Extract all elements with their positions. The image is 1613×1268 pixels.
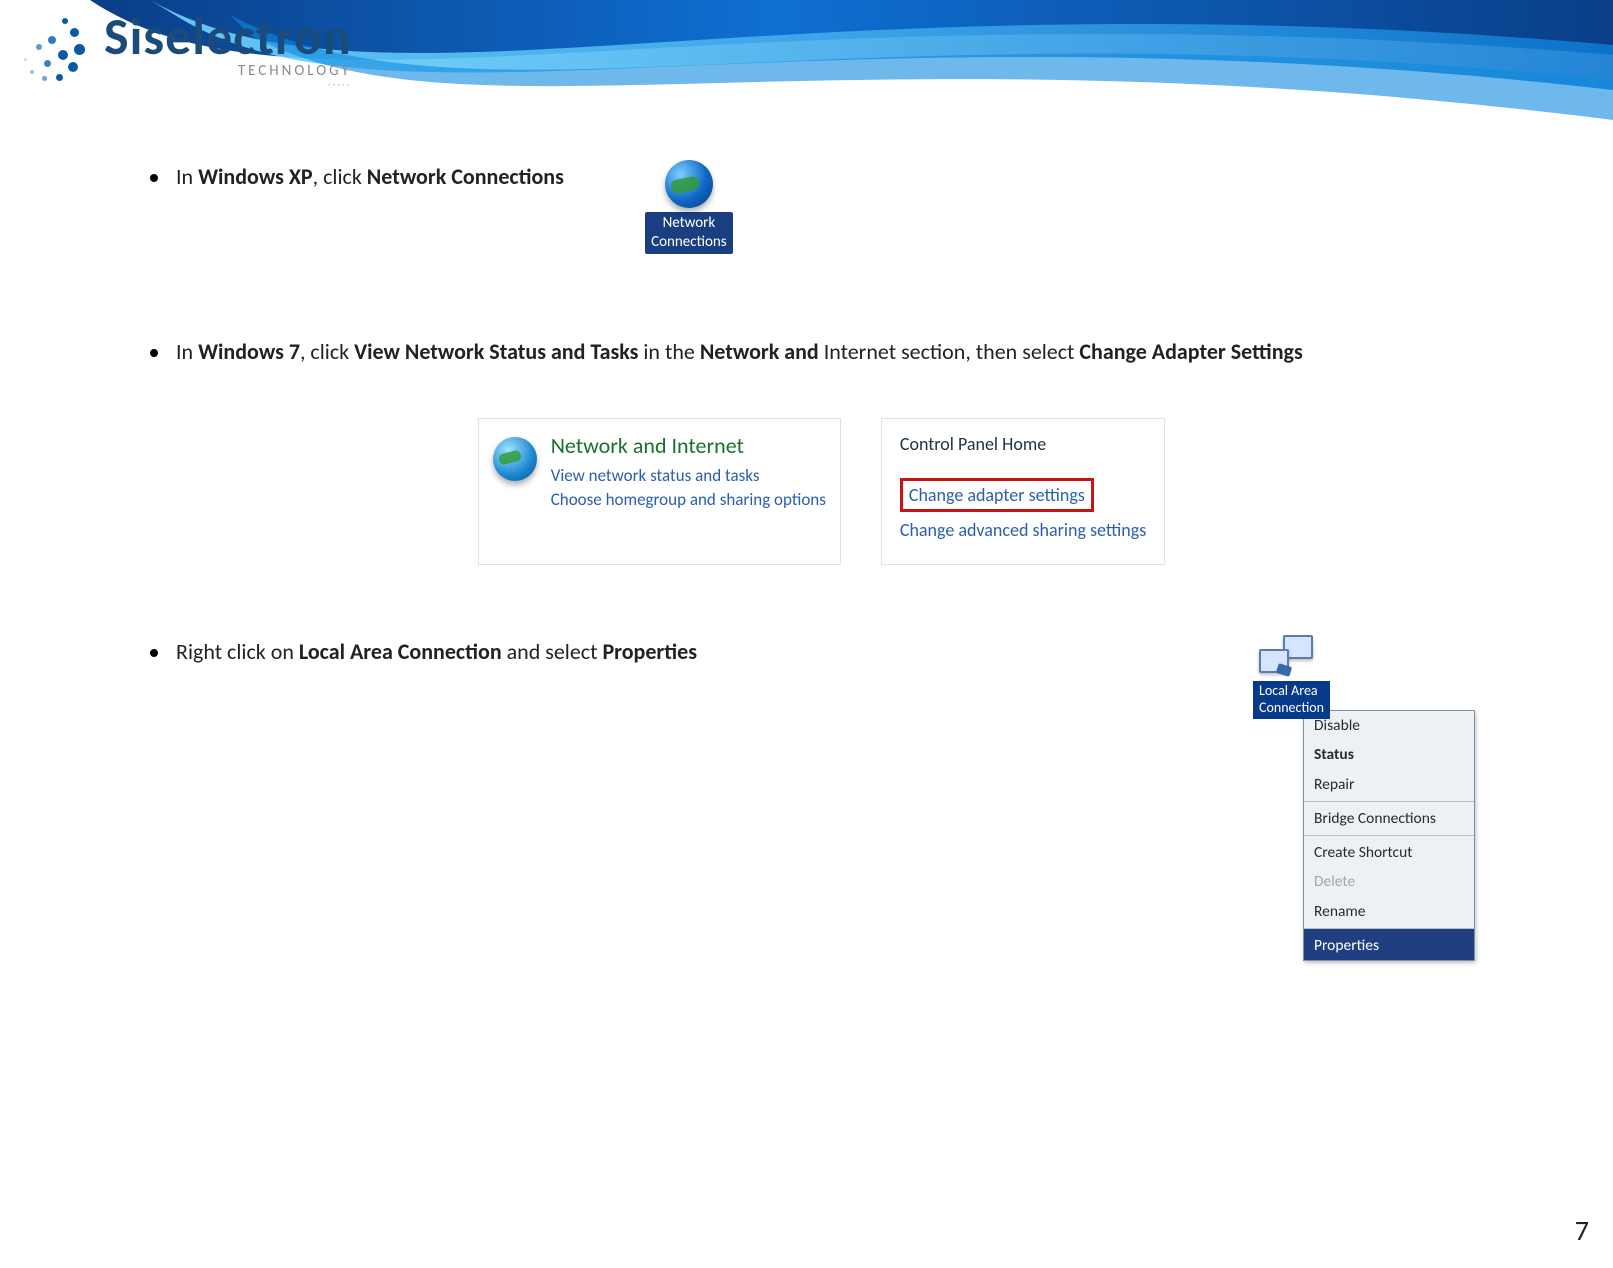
brand-name: Siselectron xyxy=(104,10,352,62)
view-network-status-link[interactable]: View network status and tasks xyxy=(551,464,826,488)
change-adapter-settings-link[interactable]: Change adapter settings xyxy=(900,478,1094,512)
network-connections-icon[interactable]: Network Connections xyxy=(634,160,744,255)
context-menu: DisableStatusRepairBridge ConnectionsCre… xyxy=(1303,710,1475,961)
context-menu-item-properties[interactable]: Properties xyxy=(1304,928,1474,960)
brand-subtitle-dots: ····· xyxy=(104,79,352,90)
context-menu-item-repair[interactable]: Repair xyxy=(1304,770,1474,799)
bullet-xp: In Windows XP, click Network Connections xyxy=(150,160,564,193)
control-panel-sidebar: Control Panel Home Change adapter settin… xyxy=(881,418,1165,566)
bullet-properties: Right click on Local Area Connection and… xyxy=(150,635,1173,668)
bullet-properties-text: Right click on Local Area Connection and… xyxy=(176,635,1173,668)
bullet-win7-text: In Windows 7, click View Network Status … xyxy=(176,335,1493,368)
bullet-dot xyxy=(150,649,158,657)
page-header: Siselectron TECHNOLOGY ····· xyxy=(0,0,1613,130)
globe-icon xyxy=(493,437,537,481)
network-internet-panel: Network and Internet View network status… xyxy=(478,418,841,566)
network-connections-label: Network Connections xyxy=(645,212,733,254)
lac-icon[interactable] xyxy=(1259,635,1315,677)
bullet-dot xyxy=(150,349,158,357)
context-menu-item-delete: Delete xyxy=(1304,867,1474,896)
page-body: In Windows XP, click Network Connections… xyxy=(0,130,1613,1001)
win7-panels: Network and Internet View network status… xyxy=(150,418,1493,566)
local-area-connection-block: Local Area Connection DisableStatusRepai… xyxy=(1253,635,1493,961)
context-menu-item-status[interactable]: Status xyxy=(1304,740,1474,769)
bullet-xp-text: In Windows XP, click Network Connections xyxy=(176,160,564,193)
choose-homegroup-link[interactable]: Choose homegroup and sharing options xyxy=(551,488,826,512)
bullet-dot xyxy=(150,174,158,182)
logo-mark xyxy=(18,14,90,86)
context-menu-item-rename[interactable]: Rename xyxy=(1304,897,1474,926)
page-number: 7 xyxy=(1575,1213,1589,1248)
brand-logo: Siselectron TECHNOLOGY ····· xyxy=(18,10,352,90)
bullet-win7: In Windows 7, click View Network Status … xyxy=(150,335,1493,368)
network-internet-heading[interactable]: Network and Internet xyxy=(551,429,826,462)
control-panel-home-label: Control Panel Home xyxy=(900,431,1146,458)
context-menu-item-create-shortcut[interactable]: Create Shortcut xyxy=(1304,835,1474,867)
change-advanced-sharing-link[interactable]: Change advanced sharing settings xyxy=(900,518,1146,542)
context-menu-item-bridge-connections[interactable]: Bridge Connections xyxy=(1304,801,1474,833)
context-menu-item-disable[interactable]: Disable xyxy=(1304,711,1474,740)
globe-icon xyxy=(665,160,713,208)
